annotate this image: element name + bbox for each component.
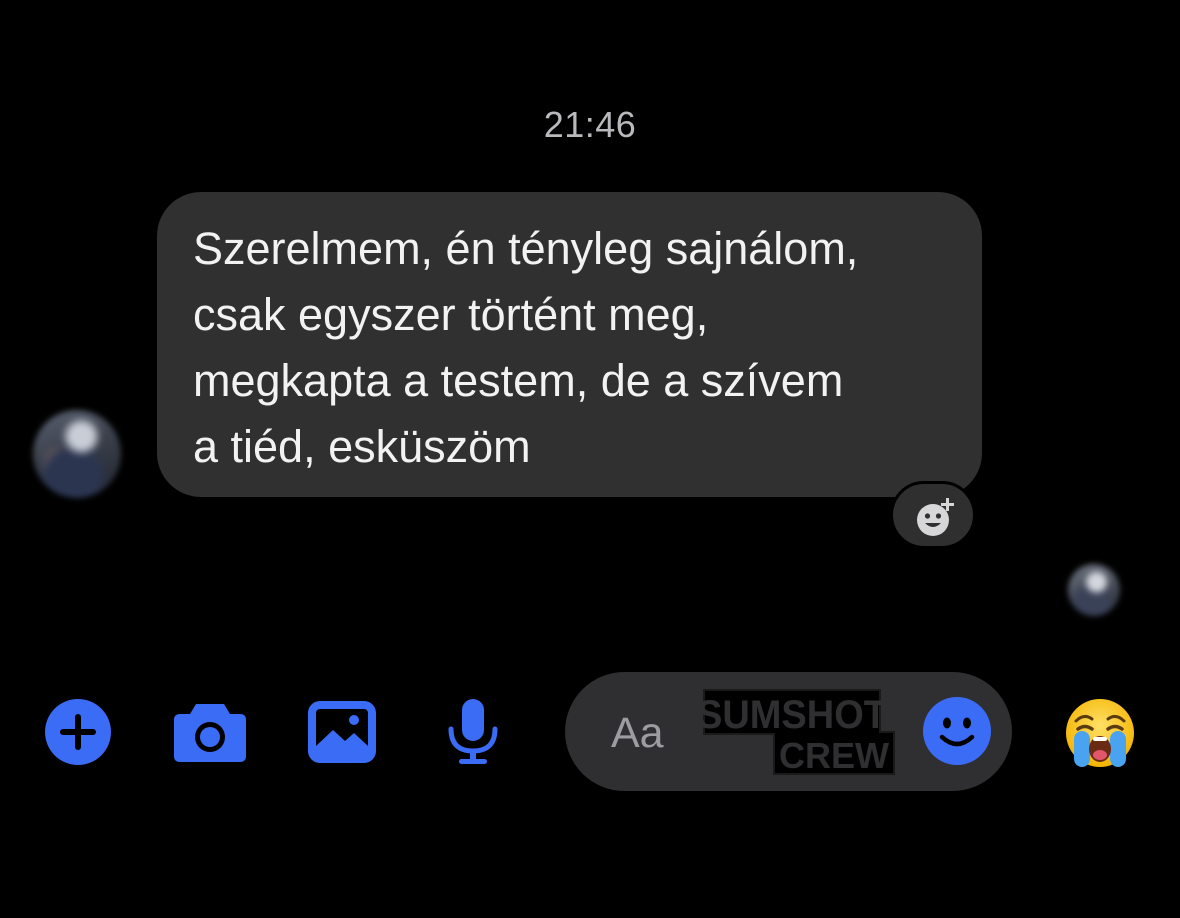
gallery-button[interactable] [307, 700, 377, 769]
microphone-icon [448, 699, 498, 764]
emoji-button[interactable] [923, 697, 991, 770]
smiley-icon [923, 697, 991, 765]
message-text: Szerelmem, én tényleg sajnálom, csak egy… [193, 223, 859, 472]
add-reaction-button[interactable] [890, 481, 976, 549]
watermark-line1: SUMSHOT [700, 693, 887, 737]
read-receipt-avatar [1068, 564, 1120, 616]
image-icon [308, 701, 376, 763]
quick-reaction-button[interactable] [1062, 697, 1138, 774]
watermark-logo: SUMSHOT CREW [700, 689, 895, 776]
add-reaction-icon [917, 498, 954, 536]
camera-icon [174, 704, 246, 762]
crying-face-emoji [1066, 699, 1134, 767]
plus-circle-icon [45, 699, 111, 765]
message-bubble[interactable]: Szerelmem, én tényleg sajnálom, csak egy… [157, 192, 982, 497]
camera-button[interactable] [172, 700, 248, 769]
composer-placeholder: Aa [611, 709, 664, 757]
add-button[interactable] [45, 699, 111, 770]
message-composer[interactable]: Aa SUMSHOT CREW [565, 672, 1012, 791]
message-timestamp: 21:46 [543, 104, 637, 145]
microphone-button[interactable] [443, 697, 503, 772]
sender-avatar[interactable] [33, 410, 121, 498]
watermark-line2: CREW [779, 735, 889, 776]
